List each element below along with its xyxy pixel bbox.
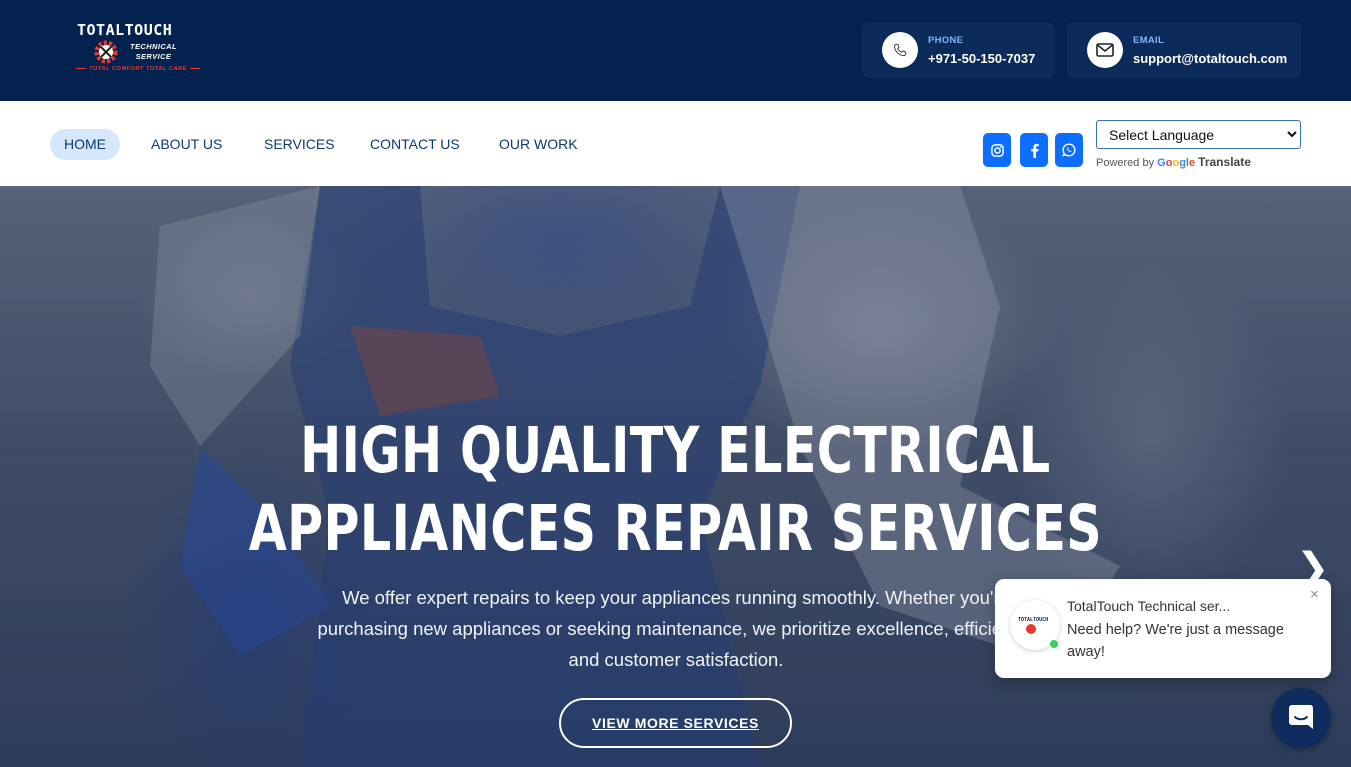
google-logo[interactable]: Google — [1157, 157, 1195, 169]
phone-number[interactable]: +971-50-150-7037 — [928, 51, 1035, 66]
translate-link[interactable]: Translate — [1198, 155, 1251, 169]
chat-avatar-logo-text: TOTALTOUCH — [1018, 617, 1049, 623]
language-select[interactable]: Select Language — [1096, 120, 1301, 149]
chat-popup[interactable]: TOTALTOUCH TotalTouch Technical ser... N… — [995, 579, 1331, 678]
main-nav: HOME ABOUT US SERVICES CONTACT US OUR WO… — [0, 101, 1351, 186]
nav-contact-us[interactable]: CONTACT US — [356, 129, 474, 160]
nav-our-work[interactable]: OUR WORK — [485, 129, 592, 160]
nav-home[interactable]: HOME — [50, 129, 120, 160]
view-more-services-button[interactable]: VIEW MORE SERVICES — [559, 698, 792, 748]
hero-slider: HIGH QUALITY ELECTRICAL APPLIANCES REPAI… — [0, 186, 1351, 767]
logo[interactable]: TOTALTOUCH TECHNICAL SERVICE TOTAL COMFO… — [62, 20, 217, 78]
hero-description: We offer expert repairs to keep your app… — [317, 587, 1035, 670]
hero-title-line2: APPLIANCES REPAIR SERVICES — [248, 492, 1103, 565]
nav-about-us[interactable]: ABOUT US — [137, 129, 236, 160]
whatsapp-icon[interactable] — [1055, 133, 1083, 167]
nav-services[interactable]: SERVICES — [250, 129, 349, 160]
online-status-icon — [1049, 639, 1059, 649]
chat-message: Need help? We're just a message away! — [1067, 622, 1284, 660]
logo-title: TOTALTOUCH — [77, 21, 173, 39]
instagram-icon[interactable] — [983, 133, 1011, 167]
chat-avatar-gear-icon — [1026, 624, 1036, 634]
chat-agent-name: TotalTouch Technical ser... — [1067, 598, 1231, 614]
logo-subtitle: TECHNICAL SERVICE — [130, 42, 177, 62]
phone-card[interactable]: PHONE +971-50-150-7037 — [862, 22, 1055, 78]
chat-bubble-icon — [1289, 705, 1313, 729]
email-address[interactable]: support@totaltouch.com — [1133, 51, 1287, 66]
phone-label: PHONE — [928, 35, 964, 46]
facebook-icon[interactable] — [1020, 133, 1048, 167]
hero-title-line1: HIGH QUALITY ELECTRICAL — [300, 414, 1051, 487]
logo-tagline: TOTAL COMFORT TOTAL CARE — [62, 66, 214, 72]
hero-title: HIGH QUALITY ELECTRICAL APPLIANCES REPAI… — [149, 412, 1203, 568]
gear-logo-icon — [94, 40, 118, 64]
mail-icon — [1087, 32, 1123, 68]
chat-launcher-button[interactable] — [1271, 688, 1331, 748]
powered-by-text: Powered by — [1096, 157, 1155, 169]
email-card[interactable]: EMAIL support@totaltouch.com — [1067, 22, 1301, 78]
logo-subtitle-line2: SERVICE — [135, 52, 172, 61]
email-label: EMAIL — [1133, 35, 1165, 46]
logo-subtitle-line1: TECHNICAL — [130, 42, 177, 51]
google-translate-credit: Powered by Google Translate — [1096, 155, 1251, 169]
top-header: TOTALTOUCH TECHNICAL SERVICE TOTAL COMFO… — [0, 0, 1351, 101]
chat-close-icon[interactable]: × — [1310, 586, 1319, 603]
phone-icon — [882, 32, 918, 68]
